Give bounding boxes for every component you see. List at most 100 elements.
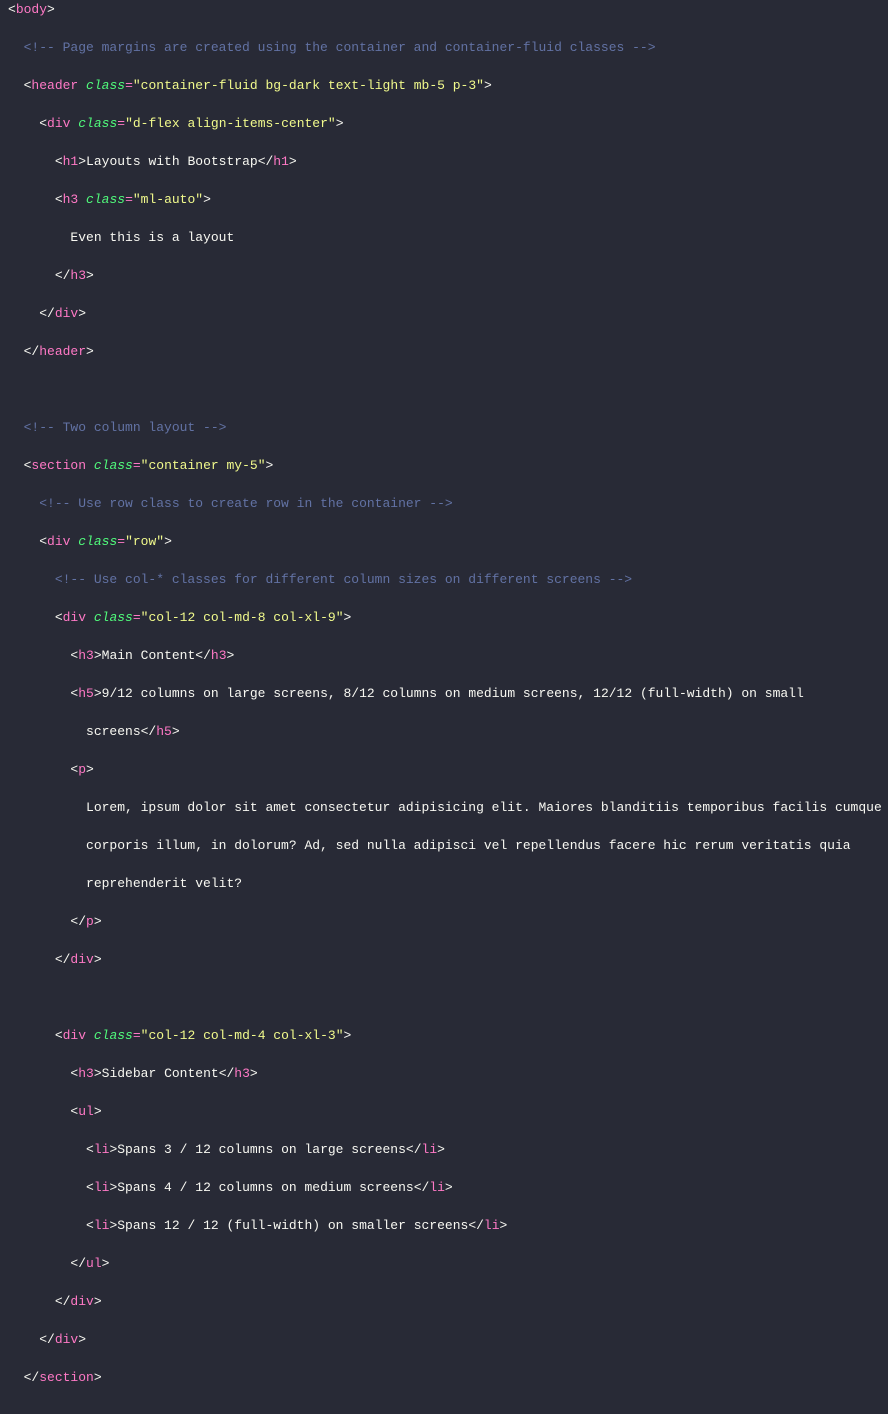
code-token: li xyxy=(94,1180,110,1195)
code-line[interactable]: <li>Spans 3 / 12 columns on large screen… xyxy=(8,1140,880,1159)
code-line[interactable]: </section> xyxy=(8,1368,880,1387)
code-line[interactable]: <section class="container my-5"> xyxy=(8,456,880,475)
code-token: > xyxy=(336,116,344,131)
code-token: > xyxy=(94,914,102,929)
code-line[interactable] xyxy=(8,380,880,399)
code-line[interactable]: <!-- Use row class to create row in the … xyxy=(8,494,880,513)
code-token: h3 xyxy=(78,648,94,663)
code-token: header xyxy=(31,78,78,93)
code-line[interactable]: </h3> xyxy=(8,266,880,285)
code-token: div xyxy=(55,1332,78,1347)
code-token: </ xyxy=(195,648,211,663)
code-line[interactable]: </ul> xyxy=(8,1254,880,1273)
code-line[interactable]: <!-- Use col-* classes for different col… xyxy=(8,570,880,589)
code-line[interactable]: Even this is a layout xyxy=(8,228,880,247)
code-token xyxy=(86,1028,94,1043)
code-token: class xyxy=(94,610,133,625)
code-token: header xyxy=(39,344,86,359)
code-line[interactable]: <ul> xyxy=(8,1102,880,1121)
code-token: h1 xyxy=(63,154,79,169)
code-line[interactable]: </div> xyxy=(8,950,880,969)
code-token: > xyxy=(94,648,102,663)
code-token: <!-- Page margins are created using the … xyxy=(24,40,656,55)
code-line[interactable]: </div> xyxy=(8,1330,880,1349)
code-line[interactable]: <div class="col-12 col-md-4 col-xl-3"> xyxy=(8,1026,880,1045)
code-line[interactable]: Lorem, ipsum dolor sit amet consectetur … xyxy=(8,798,880,817)
code-line[interactable]: <h5>9/12 columns on large screens, 8/12 … xyxy=(8,684,880,703)
code-line[interactable]: reprehenderit velit? xyxy=(8,874,880,893)
code-token: class xyxy=(94,458,133,473)
code-token: <!-- Use col-* classes for different col… xyxy=(55,572,632,587)
code-token: > xyxy=(109,1180,117,1195)
code-token: </ xyxy=(258,154,274,169)
code-token: > xyxy=(102,1256,110,1271)
code-token: Layouts with Bootstrap xyxy=(86,154,258,169)
code-token: < xyxy=(70,1066,78,1081)
code-line[interactable]: <div class="row"> xyxy=(8,532,880,551)
code-token: < xyxy=(55,610,63,625)
code-line[interactable]: <p> xyxy=(8,760,880,779)
code-token: class xyxy=(78,116,117,131)
code-line[interactable]: screens</h5> xyxy=(8,722,880,741)
code-token: Spans 3 / 12 columns on large screens xyxy=(117,1142,406,1157)
code-line[interactable]: <h3>Sidebar Content</h3> xyxy=(8,1064,880,1083)
code-line[interactable]: </header> xyxy=(8,342,880,361)
code-line[interactable]: </div> xyxy=(8,304,880,323)
code-token: > xyxy=(78,154,86,169)
code-line[interactable]: <header class="container-fluid bg-dark t… xyxy=(8,76,880,95)
code-token: > xyxy=(86,344,94,359)
code-token: li xyxy=(429,1180,445,1195)
code-line[interactable]: <!-- Page margins are created using the … xyxy=(8,38,880,57)
code-token: = xyxy=(133,458,141,473)
code-token: li xyxy=(94,1218,110,1233)
code-token: > xyxy=(86,762,94,777)
code-token: h3 xyxy=(78,1066,94,1081)
code-line[interactable]: <h1>Layouts with Bootstrap</h1> xyxy=(8,152,880,171)
code-token xyxy=(86,458,94,473)
code-token: "container-fluid bg-dark text-light mb-5… xyxy=(133,78,484,93)
code-token: div xyxy=(63,1028,86,1043)
code-line[interactable]: <div class="col-12 col-md-8 col-xl-9"> xyxy=(8,608,880,627)
code-token: screens xyxy=(86,724,141,739)
code-line[interactable]: <li>Spans 12 / 12 (full-width) on smalle… xyxy=(8,1216,880,1235)
code-token: </ xyxy=(414,1180,430,1195)
code-token: class xyxy=(86,78,125,93)
code-line[interactable]: <h3>Main Content</h3> xyxy=(8,646,880,665)
code-line[interactable] xyxy=(8,988,880,1007)
code-token: p xyxy=(86,914,94,929)
code-token: "container my-5" xyxy=(141,458,266,473)
code-token: Spans 12 / 12 (full-width) on smaller sc… xyxy=(117,1218,468,1233)
code-token: h1 xyxy=(273,154,289,169)
code-token: = xyxy=(133,1028,141,1043)
code-token: h5 xyxy=(156,724,172,739)
code-line[interactable]: corporis illum, in dolorum? Ad, sed null… xyxy=(8,836,880,855)
code-line[interactable]: <div class="d-flex align-items-center"> xyxy=(8,114,880,133)
code-token: < xyxy=(86,1218,94,1233)
code-token: > xyxy=(172,724,180,739)
code-token: > xyxy=(78,306,86,321)
code-token: ul xyxy=(86,1256,102,1271)
code-token: class xyxy=(94,1028,133,1043)
code-line[interactable]: </div> xyxy=(8,1292,880,1311)
code-token: </ xyxy=(55,952,71,967)
code-line[interactable]: </p> xyxy=(8,912,880,931)
code-token: </ xyxy=(70,1256,86,1271)
code-token: < xyxy=(70,762,78,777)
code-token: < xyxy=(55,192,63,207)
code-token: > xyxy=(227,648,235,663)
code-editor-pane[interactable]: <body> <!-- Page margins are created usi… xyxy=(0,0,888,1414)
code-token: < xyxy=(86,1180,94,1195)
code-line[interactable]: <body> xyxy=(8,0,880,19)
code-token: </ xyxy=(55,268,71,283)
code-token: div xyxy=(47,116,70,131)
code-token: </ xyxy=(39,306,55,321)
code-line[interactable]: <h3 class="ml-auto"> xyxy=(8,190,880,209)
code-line[interactable]: <li>Spans 4 / 12 columns on medium scree… xyxy=(8,1178,880,1197)
code-token: h5 xyxy=(78,686,94,701)
code-token: div xyxy=(63,610,86,625)
code-token: div xyxy=(70,1294,93,1309)
code-token: > xyxy=(47,2,55,17)
code-line[interactable]: <!-- Two column layout --> xyxy=(8,418,880,437)
code-token: div xyxy=(47,534,70,549)
code-token: < xyxy=(55,154,63,169)
